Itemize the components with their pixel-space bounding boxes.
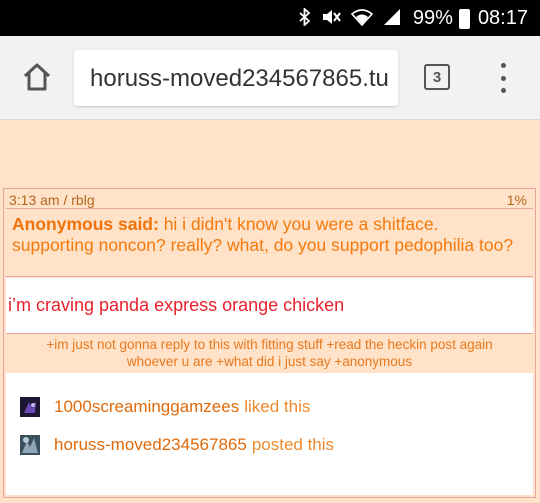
browser-toolbar: horuss-moved234567865.tu 3 xyxy=(0,36,540,120)
menu-dot-icon xyxy=(500,75,506,81)
battery-icon xyxy=(458,9,470,29)
menu-dot-icon xyxy=(500,63,506,68)
post-meta: 3:13 am / rblg 1% xyxy=(6,191,533,209)
menu-dot-icon xyxy=(500,88,506,93)
home-button[interactable] xyxy=(20,60,54,94)
post-timestamp[interactable]: 3:13 am / rblg xyxy=(9,192,95,208)
note-action: posted this xyxy=(251,435,335,454)
wifi-icon xyxy=(350,8,374,29)
bluetooth-icon xyxy=(299,6,311,29)
note-username[interactable]: 1000screaminggamzees xyxy=(54,397,239,417)
note-item: horuss-moved234567865 posted this xyxy=(20,432,334,458)
note-action: liked this xyxy=(244,397,311,416)
tab-switcher-button[interactable]: 3 xyxy=(424,64,450,90)
note-username[interactable]: horuss-moved234567865 xyxy=(54,435,247,455)
clock: 08:17 xyxy=(477,6,528,29)
post-card: 3:13 am / rblg 1% Anonymous said: hi i d… xyxy=(3,188,536,498)
note-item: 1000screaminggamzees liked this xyxy=(20,394,310,420)
url-bar[interactable]: horuss-moved234567865.tu xyxy=(74,50,398,106)
tags-line[interactable]: +im just not gonna reply to this with fi… xyxy=(6,336,533,353)
notes-list: 1000screaminggamzees liked this horuss-m… xyxy=(6,373,533,495)
avatar[interactable] xyxy=(20,435,40,455)
signal-icon xyxy=(383,8,401,29)
avatar[interactable] xyxy=(20,397,40,417)
status-icons xyxy=(299,6,401,29)
asker-name: Anonymous said: xyxy=(12,214,164,234)
mute-icon xyxy=(321,8,341,29)
url-text: horuss-moved234567865.tu xyxy=(90,65,389,92)
tags-line[interactable]: whoever u are +what did i just say +anon… xyxy=(6,353,533,370)
home-icon xyxy=(23,63,51,91)
overflow-menu-button[interactable] xyxy=(496,63,510,93)
note-count: 1% xyxy=(506,191,527,208)
answer-text: i’m craving panda express orange chicken xyxy=(6,278,533,334)
battery-percent: 99% xyxy=(412,6,453,29)
status-bar: 99% 08:17 xyxy=(0,0,540,36)
post-tags: +im just not gonna reply to this with fi… xyxy=(6,335,533,371)
ask-box: Anonymous said: hi i didn't know you wer… xyxy=(6,211,533,277)
